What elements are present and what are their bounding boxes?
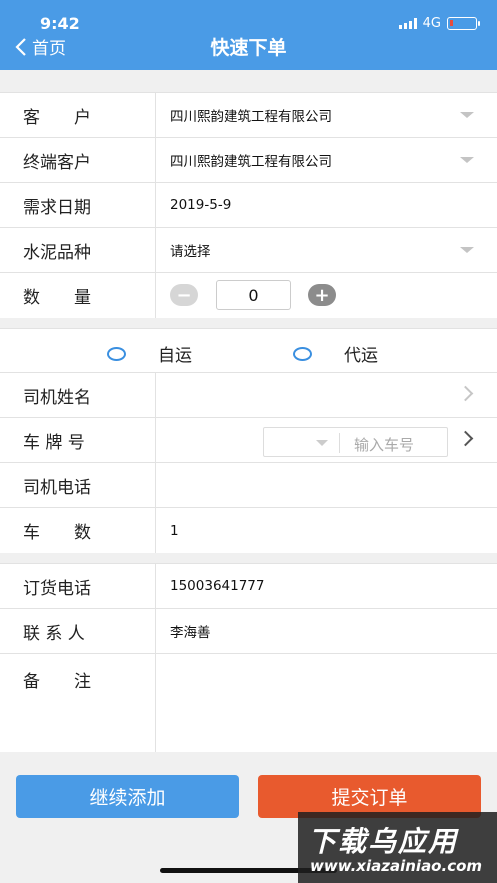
radio-self-label: 自运	[158, 346, 192, 366]
remark-input[interactable]	[156, 654, 497, 752]
quantity-input[interactable]: 0	[216, 280, 291, 310]
order-phone-value: 15003641777	[170, 578, 265, 594]
status-indicators: 4G	[398, 16, 480, 31]
radio-circle-icon	[293, 346, 312, 361]
chevron-right-icon	[457, 385, 474, 402]
quantity-label: 数 量	[0, 273, 156, 318]
watermark-url: www.xiazainiao.com	[310, 857, 483, 875]
top-bar: 9:42 4G 首页 快速下单	[0, 0, 497, 70]
dropdown-arrow-icon	[460, 112, 474, 118]
vehicle-count-value: 1	[170, 522, 179, 539]
driver-phone-row[interactable]: 司机电话	[0, 463, 497, 508]
radio-circle-icon	[107, 346, 126, 361]
increase-button[interactable]: +	[308, 284, 336, 306]
driver-phone-label: 司机电话	[0, 463, 156, 507]
transport-section: 自运 代运 司机姓名 车 牌 号 输入车号 司机电话 车 数 1	[0, 328, 497, 553]
driver-name-row[interactable]: 司机姓名	[0, 373, 497, 418]
chevron-right-icon[interactable]	[457, 430, 474, 447]
cement-type-row[interactable]: 水泥品种 请选择	[0, 228, 497, 273]
remark-row[interactable]: 备 注	[0, 654, 497, 752]
radio-self-transport[interactable]: 自运	[107, 341, 192, 366]
customer-label: 客 户	[0, 93, 156, 137]
vehicle-count-row[interactable]: 车 数 1	[0, 508, 497, 553]
date-row[interactable]: 需求日期 2019-5-9	[0, 183, 497, 228]
transport-mode-group: 自运 代运	[0, 329, 497, 373]
plate-input[interactable]: 输入车号	[263, 427, 448, 457]
plate-row: 车 牌 号 输入车号	[0, 418, 497, 463]
radio-agent-label: 代运	[344, 346, 378, 366]
dropdown-arrow-icon	[316, 440, 328, 446]
order-phone-row[interactable]: 订货电话 15003641777	[0, 564, 497, 609]
vehicle-count-label: 车 数	[0, 508, 156, 553]
contact-section: 订货电话 15003641777 联 系 人 李海善 备 注	[0, 563, 497, 752]
dropdown-arrow-icon	[460, 247, 474, 253]
contact-person-row[interactable]: 联 系 人 李海善	[0, 609, 497, 654]
decrease-button[interactable]: −	[170, 284, 198, 306]
driver-name-label: 司机姓名	[0, 373, 156, 417]
continue-add-button[interactable]: 继续添加	[16, 775, 239, 818]
plate-placeholder: 输入车号	[354, 436, 415, 454]
customer-row[interactable]: 客 户 四川熙韵建筑工程有限公司	[0, 93, 497, 138]
contact-person-value: 李海善	[170, 625, 211, 641]
cement-type-value: 请选择	[170, 244, 211, 260]
end-customer-value: 四川熙韵建筑工程有限公司	[170, 154, 332, 170]
date-value: 2019-5-9	[170, 197, 232, 213]
cement-type-label: 水泥品种	[0, 228, 156, 272]
plate-label: 车 牌 号	[0, 418, 156, 462]
watermark-title: 下载乌应用	[308, 825, 459, 858]
order-section: 客 户 四川熙韵建筑工程有限公司 终端客户 四川熙韵建筑工程有限公司 需求日期 …	[0, 92, 497, 318]
end-customer-label: 终端客户	[0, 138, 156, 182]
battery-icon	[447, 17, 480, 30]
remark-label: 备 注	[0, 654, 156, 752]
watermark: 下载乌应用 www.xiazainiao.com	[298, 812, 497, 883]
customer-value: 四川熙韵建筑工程有限公司	[170, 109, 332, 125]
quantity-row: 数 量 − 0 +	[0, 273, 497, 318]
date-label: 需求日期	[0, 183, 156, 227]
network-label: 4G	[422, 16, 441, 31]
page-title: 快速下单	[210, 37, 287, 59]
order-phone-label: 订货电话	[0, 564, 156, 608]
signal-icon	[398, 18, 417, 29]
dropdown-arrow-icon	[460, 157, 474, 163]
end-customer-row[interactable]: 终端客户 四川熙韵建筑工程有限公司	[0, 138, 497, 183]
radio-agent-transport[interactable]: 代运	[293, 341, 378, 366]
status-time: 9:42	[40, 14, 80, 33]
contact-person-label: 联 系 人	[0, 609, 156, 653]
